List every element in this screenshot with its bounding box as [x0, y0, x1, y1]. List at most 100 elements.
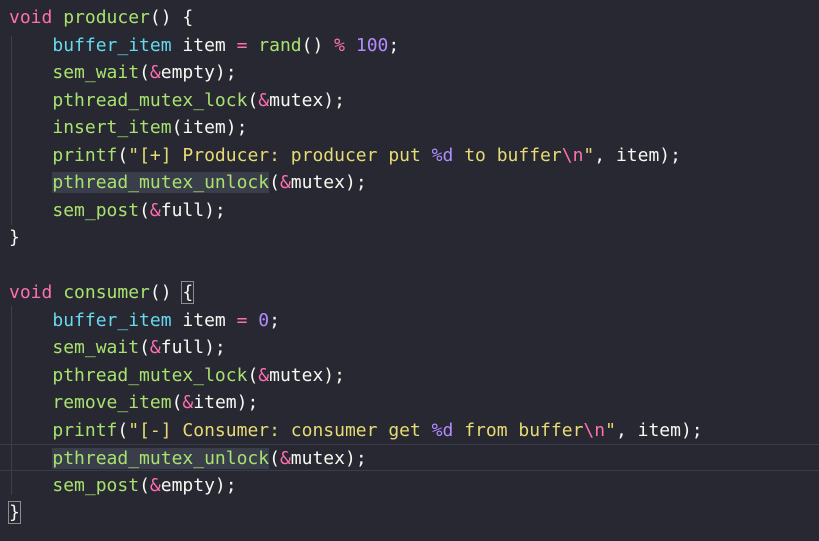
token-number: 100: [355, 34, 389, 56]
token-text: (: [269, 172, 280, 193]
token-text: (): [301, 34, 335, 56]
code-line[interactable]: buffer_item item = rand() % 100;: [0, 32, 819, 59]
token-text: (: [139, 62, 150, 83]
token-function: pthread_mutex_unlock: [52, 172, 270, 193]
token-text: item: [171, 309, 237, 331]
token-punct: &: [258, 89, 270, 111]
token-text: mutex);: [269, 89, 345, 111]
token-type: buffer_item: [52, 34, 172, 56]
token-string: "[-] Consumer: consumer get: [128, 419, 432, 441]
token-text: (: [247, 89, 259, 111]
token-function: remove_item: [52, 392, 172, 413]
token-text: (: [171, 392, 183, 413]
token-text: (: [269, 448, 280, 469]
token-text: full);: [160, 199, 226, 221]
code-line[interactable]: void consumer() {: [0, 279, 819, 306]
token-text: ;: [388, 34, 400, 56]
token-text: () {: [149, 7, 194, 28]
token-punct: &: [149, 337, 161, 358]
token-text: ;: [269, 309, 280, 331]
token-text: , item);: [615, 419, 703, 441]
token-function: producer: [63, 7, 150, 28]
token-text: item: [171, 34, 237, 56]
code-editor[interactable]: void producer() { buffer_item item = ran…: [0, 0, 819, 541]
token-function: pthread_mutex_lock: [52, 364, 248, 386]
code-line[interactable]: sem_post(&full);: [0, 197, 819, 224]
token-function: sem_wait: [52, 62, 140, 83]
code-line[interactable]: pthread_mutex_unlock(&mutex);: [0, 444, 819, 471]
token-text: item);: [193, 392, 259, 413]
code-line[interactable]: sem_wait(&empty);: [0, 59, 819, 86]
code-line[interactable]: }: [0, 224, 819, 251]
token-function: printf: [52, 144, 118, 166]
token-text: (: [139, 337, 150, 358]
token-function: rand: [258, 34, 302, 56]
token-keyword: void: [9, 7, 53, 28]
token-keyword: \n: [583, 419, 606, 441]
code-line[interactable]: void producer() {: [0, 4, 819, 31]
token-text: mutex);: [269, 364, 345, 386]
token-text: (: [117, 144, 129, 166]
token-text: (): [149, 282, 183, 303]
token-punct: &: [149, 474, 161, 496]
token-text: full);: [160, 337, 226, 358]
token-punct: &: [279, 172, 291, 193]
token-punct: =: [236, 309, 248, 331]
code-line[interactable]: pthread_mutex_unlock(&mutex);: [0, 169, 819, 196]
token-text: (: [139, 474, 150, 496]
token-function: sem_wait: [52, 337, 140, 358]
token-text: }: [8, 501, 21, 524]
token-text: empty);: [160, 474, 237, 496]
code-line[interactable]: [0, 252, 819, 279]
code-line[interactable]: sem_wait(&full);: [0, 334, 819, 361]
code-line[interactable]: pthread_mutex_lock(&mutex);: [0, 362, 819, 389]
token-punct: =: [236, 34, 248, 56]
token-type: buffer_item: [52, 309, 172, 331]
code-line[interactable]: sem_post(&empty);: [0, 472, 819, 499]
token-text: (: [117, 419, 129, 441]
code-line[interactable]: pthread_mutex_lock(&mutex);: [0, 87, 819, 114]
code-line[interactable]: }: [0, 499, 819, 526]
code-line[interactable]: printf("[-] Consumer: consumer get %d fr…: [0, 417, 819, 444]
token-string: ": [605, 419, 616, 441]
token-punct: &: [149, 199, 161, 221]
token-text: {: [181, 281, 195, 304]
code-line[interactable]: printf("[+] Producer: producer put %d to…: [0, 142, 819, 169]
token-punct: &: [279, 448, 291, 469]
token-punct: &: [182, 392, 194, 413]
token-function: consumer: [63, 282, 150, 303]
token-keyword: void: [9, 282, 53, 303]
token-function: insert_item: [52, 117, 172, 138]
token-number: %d: [431, 144, 454, 166]
token-text: mutex);: [290, 448, 367, 469]
token-string: to buffer: [453, 144, 562, 166]
token-string: "[+] Producer: producer put: [128, 144, 432, 166]
token-string: ": [583, 144, 595, 166]
token-text: }: [9, 227, 20, 248]
token-punct: &: [258, 364, 270, 386]
token-number: 0: [258, 309, 270, 331]
code-line[interactable]: insert_item(item);: [0, 114, 819, 141]
token-punct: %: [334, 34, 346, 56]
code-line[interactable]: buffer_item item = 0;: [0, 307, 819, 334]
token-function: sem_post: [52, 199, 140, 221]
token-function: sem_post: [52, 474, 140, 496]
code-line[interactable]: remove_item(&item);: [0, 389, 819, 416]
token-text: , item);: [594, 144, 681, 166]
token-string: from buffer: [453, 419, 584, 441]
